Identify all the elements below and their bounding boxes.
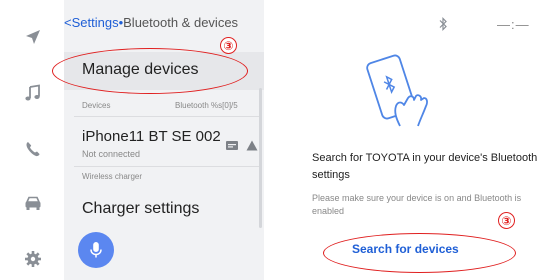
- settings-icon[interactable]: [22, 248, 44, 270]
- panel-scrollbar[interactable]: [259, 88, 262, 228]
- voice-assistant-button[interactable]: [78, 232, 114, 268]
- bluetooth-icon: [439, 17, 447, 31]
- charger-settings-item[interactable]: Charger settings: [82, 200, 199, 218]
- breadcrumb-current: Bluetooth & devices: [123, 15, 239, 30]
- search-prompt: Search for TOYOTA in your device's Bluet…: [312, 152, 538, 181]
- annotation-ellipse-manage: [52, 48, 248, 94]
- phone-icon[interactable]: [22, 138, 44, 160]
- device-name[interactable]: iPhone11 BT SE 002: [82, 128, 221, 145]
- device-info-icon[interactable]: [226, 141, 238, 150]
- devices-section-label: Devices: [82, 101, 111, 110]
- annotation-marker: ③: [220, 37, 237, 54]
- phone-bluetooth-illustration: [366, 54, 428, 127]
- breadcrumb[interactable]: <Settings•Bluetooth & devices: [64, 15, 238, 30]
- device-alert-icon[interactable]: [246, 140, 258, 151]
- navigation-icon[interactable]: [22, 26, 44, 48]
- icon-rail: [0, 0, 64, 280]
- divider: [74, 116, 259, 117]
- annotation-ellipse-search: [323, 233, 516, 273]
- divider: [74, 166, 259, 167]
- music-icon[interactable]: [22, 82, 44, 104]
- annotation-marker: ③: [498, 212, 515, 229]
- wireless-charger-section-label: Wireless charger: [82, 172, 143, 181]
- microphone-icon: [90, 242, 102, 258]
- bluetooth-count-label: Bluetooth %s[0]/5: [175, 101, 238, 110]
- car-icon[interactable]: [22, 192, 44, 214]
- device-status: Not connected: [82, 149, 141, 159]
- breadcrumb-back-link[interactable]: <Settings: [64, 15, 119, 30]
- status-time: —:—: [497, 17, 530, 32]
